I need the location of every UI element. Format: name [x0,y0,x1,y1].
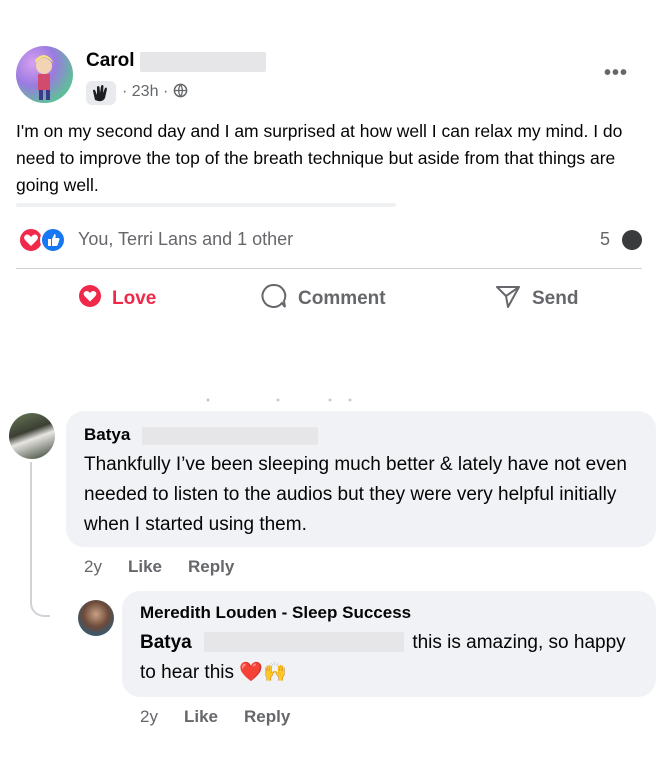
send-arrow-icon [494,282,522,316]
reply-author[interactable]: Meredith Louden - Sleep Success [140,603,411,623]
like-reaction-icon [40,227,66,253]
divider [16,268,642,269]
comment-button[interactable]: Comment [260,282,386,316]
comment-bubble-icon [622,230,642,250]
reply-author-avatar[interactable] [78,600,114,636]
faint-separator [206,398,352,402]
post-time[interactable]: 23h [132,83,159,100]
comment-label: Comment [298,288,386,309]
heart-emoji-icon: ❤️🙌 [239,662,287,683]
post-author-avatar[interactable] [16,46,73,103]
post-author-name[interactable]: Carol [86,50,135,72]
redacted-mention [204,632,404,652]
comment-count[interactable]: 5 [600,229,610,250]
send-button[interactable]: Send [494,284,578,314]
more-options-icon[interactable]: ••• [604,62,628,85]
reply-time[interactable]: 2y [140,707,158,727]
comment-text: Thankfully I’ve been sleeping much bette… [84,454,627,535]
love-label: Love [112,288,157,309]
reaction-summary[interactable]: You, Terri Lans and 1 other [78,229,293,250]
redacted-surname [142,427,318,445]
faded-text-divider [16,203,396,207]
love-button[interactable]: Love [78,284,156,314]
heart-icon [78,284,102,314]
comment-author[interactable]: Batya [84,425,130,445]
comment-like-button[interactable]: Like [128,557,162,577]
post-meta: · 23h · [122,83,188,103]
meta-separator-2: · [162,83,169,100]
redacted-surname [140,52,266,72]
comment-bubble-icon [260,282,288,316]
waving-hand-icon[interactable] [86,81,116,105]
globe-icon [173,83,188,103]
reply-reply-button[interactable]: Reply [244,707,290,727]
commenter-avatar[interactable] [9,413,55,459]
meta-separator: · [122,83,128,100]
reply-thread-line [30,462,50,617]
post-body: I'm on my second day and I am surprised … [16,121,623,195]
mention-link[interactable]: Batya [140,632,192,653]
send-label: Send [532,288,579,309]
comment-time[interactable]: 2y [84,557,102,577]
reply-like-button[interactable]: Like [184,707,218,727]
reaction-icons[interactable] [18,227,72,253]
comment-reply-button[interactable]: Reply [188,557,234,577]
